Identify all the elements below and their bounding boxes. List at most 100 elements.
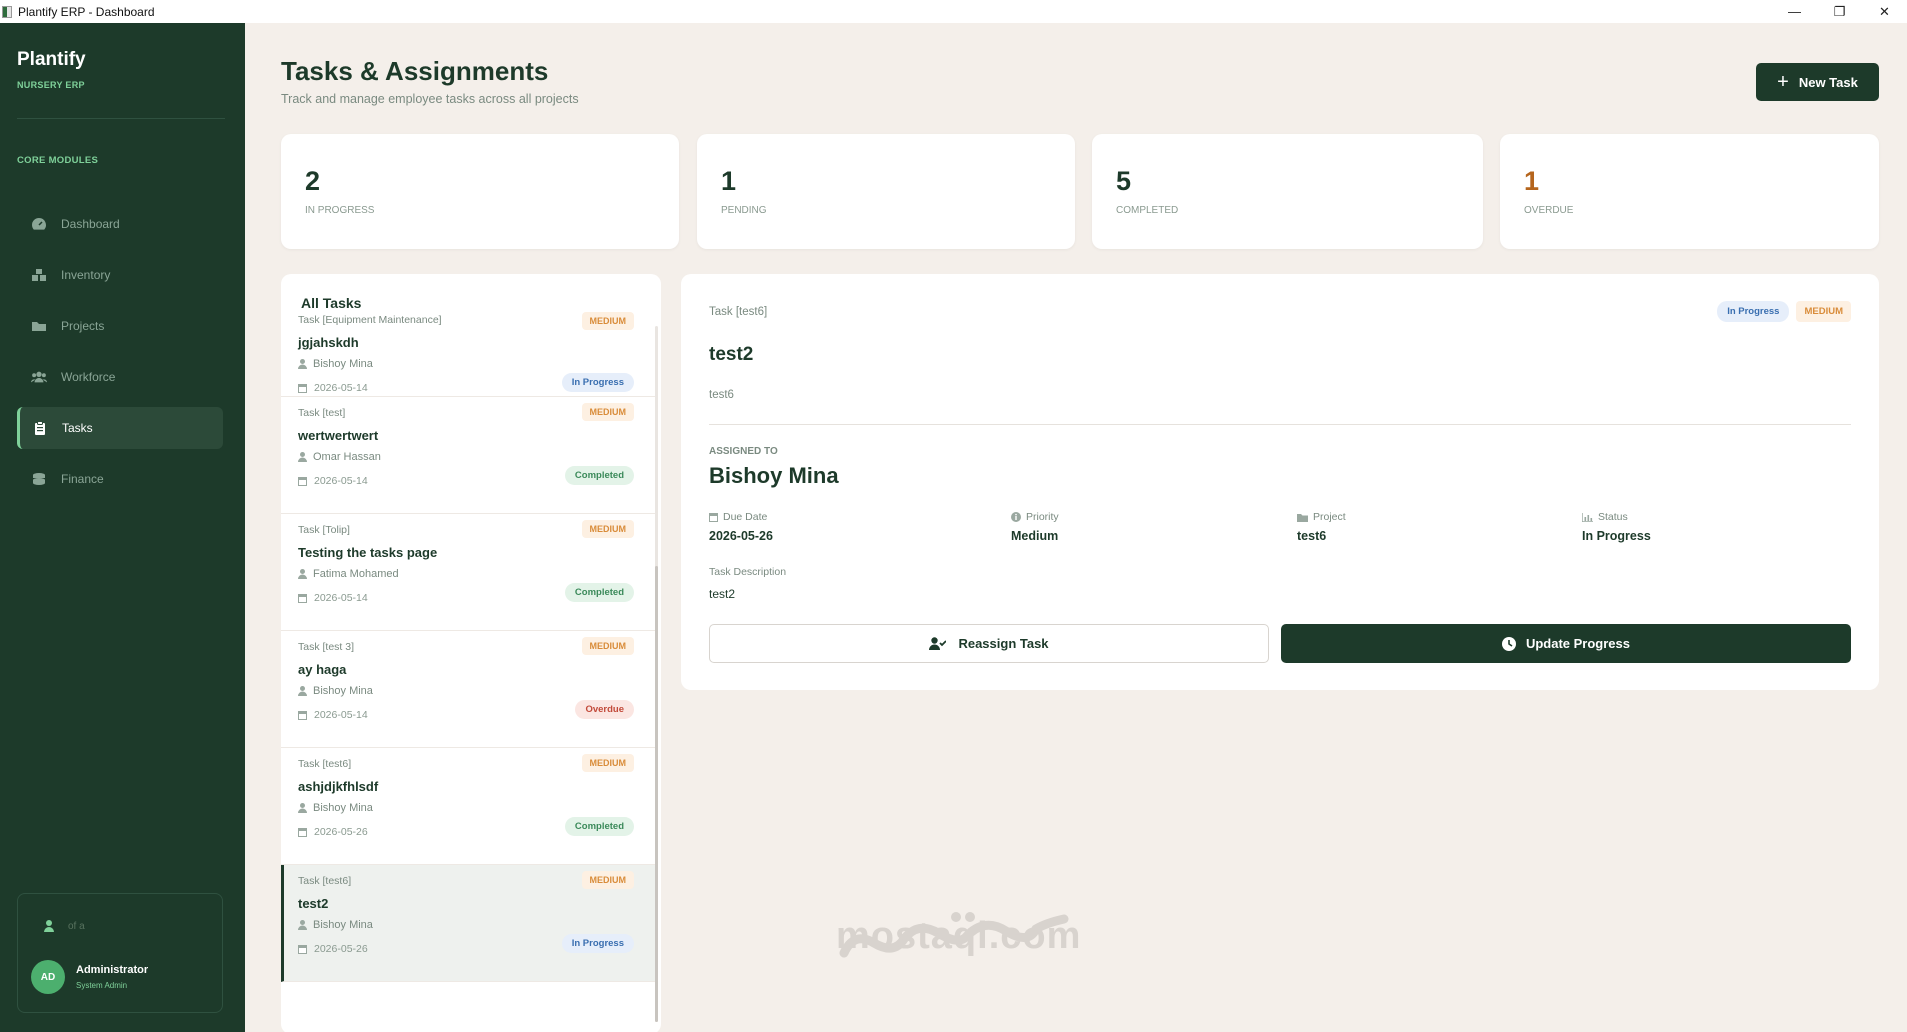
task-card-date: 2026-05-14 xyxy=(298,709,368,721)
task-card-person-name: Bishoy Mina xyxy=(313,358,373,370)
stat-value: 5 xyxy=(1116,166,1132,196)
task-card-person: Omar Hassan xyxy=(298,451,381,463)
stat-card-pending: 1 PENDING xyxy=(697,134,1075,249)
task-card-date-value: 2026-05-14 xyxy=(314,592,368,604)
task-list-title: All Tasks xyxy=(301,295,362,311)
status-badge: In Progress xyxy=(561,934,634,953)
avatar: AD xyxy=(31,960,65,994)
sidebar-item-inventory[interactable]: Inventory xyxy=(17,254,223,296)
sidebar-item-finance[interactable]: Finance xyxy=(17,458,223,500)
task-card-date-value: 2026-05-26 xyxy=(314,826,368,838)
task-card-project: Task [Tolip] xyxy=(298,524,350,536)
meta-priority: Priority Medium xyxy=(1011,511,1059,543)
close-button[interactable]: ✕ xyxy=(1862,0,1907,23)
priority-badge: MEDIUM xyxy=(581,871,634,889)
stat-card-overdue: 1 OVERDUE xyxy=(1500,134,1879,249)
priority-badge: MEDIUM xyxy=(581,403,634,421)
task-list-scrollbar[interactable] xyxy=(655,326,658,1022)
task-card-date: 2026-05-14 xyxy=(298,592,368,604)
new-task-button[interactable]: + New Task xyxy=(1756,63,1879,101)
task-card[interactable]: Task [test 3] MEDIUM ay haga Bishoy Mina… xyxy=(281,631,655,748)
sidebar-item-label: Inventory xyxy=(61,268,111,282)
calendar-icon xyxy=(298,828,307,837)
user-icon xyxy=(298,569,307,579)
meta-value: In Progress xyxy=(1582,529,1651,543)
sidebar-item-dashboard[interactable]: Dashboard xyxy=(17,203,223,245)
meta-status: Status In Progress xyxy=(1582,511,1651,543)
stat-label: IN PROGRESS xyxy=(305,205,375,216)
meta-key-label: Due Date xyxy=(723,511,768,523)
window-controls: — ❐ ✕ xyxy=(1772,0,1907,23)
reassign-label: Reassign Task xyxy=(958,636,1049,651)
task-card[interactable]: Task [Equipment Maintenance] MEDIUM jgja… xyxy=(281,312,655,397)
sidebar-item-projects[interactable]: Projects xyxy=(17,305,223,347)
task-card-name: ashjdjkfhlsdf xyxy=(298,779,379,794)
sidebar-divider xyxy=(17,118,225,119)
brand-subtitle: NURSERY ERP xyxy=(17,80,85,90)
task-card[interactable]: Task [test6] MEDIUM ashjdjkfhlsdf Bishoy… xyxy=(281,748,655,865)
update-progress-button[interactable]: Update Progress xyxy=(1281,624,1851,663)
task-card[interactable]: Task [test] MEDIUM wertwertwert Omar Has… xyxy=(281,397,655,514)
task-card-date-value: 2026-05-26 xyxy=(314,943,368,955)
scrollbar-thumb[interactable] xyxy=(655,566,658,1022)
reassign-task-button[interactable]: Reassign Task xyxy=(709,624,1269,663)
task-card-date: 2026-05-26 xyxy=(298,943,368,955)
calendar-icon xyxy=(298,711,307,720)
meta-key: Project xyxy=(1297,511,1346,523)
status-badge: Overdue xyxy=(575,700,634,719)
task-card-person-name: Fatima Mohamed xyxy=(313,568,399,580)
user-icon xyxy=(298,452,307,462)
task-card-person-name: Omar Hassan xyxy=(313,451,381,463)
stat-card-in-progress: 2 IN PROGRESS xyxy=(281,134,679,249)
task-card-person-name: Bishoy Mina xyxy=(313,685,373,697)
priority-badge: MEDIUM xyxy=(581,520,634,538)
user-dim-row: of a xyxy=(44,920,85,932)
page-subtitle: Track and manage employee tasks across a… xyxy=(281,92,579,106)
task-card[interactable]: Task [Tolip] MEDIUM Testing the tasks pa… xyxy=(281,514,655,631)
minimize-button[interactable]: — xyxy=(1772,0,1817,23)
restore-button[interactable]: ❐ xyxy=(1817,0,1862,23)
task-card-person: Bishoy Mina xyxy=(298,919,373,931)
sidebar-section-title: CORE MODULES xyxy=(17,155,99,166)
user-check-icon xyxy=(929,637,947,650)
page-title: Tasks & Assignments xyxy=(281,56,549,86)
status-badge: In Progress xyxy=(561,373,634,392)
sidebar-item-label: Projects xyxy=(61,319,105,333)
task-card-name: test2 xyxy=(298,896,329,911)
task-card-selected[interactable]: Task [test6] MEDIUM test2 Bishoy Mina 20… xyxy=(281,865,655,982)
meta-key: Priority xyxy=(1011,511,1059,523)
assigned-to-name: Bishoy Mina xyxy=(709,463,839,488)
sidebar-item-tasks[interactable]: Tasks xyxy=(17,407,223,449)
meta-key-label: Project xyxy=(1313,511,1346,523)
user-card[interactable]: of a AD Administrator System Admin xyxy=(17,893,223,1013)
sidebar-item-workforce[interactable]: Workforce xyxy=(17,356,223,398)
gauge-icon xyxy=(31,217,47,231)
sidebar-item-label: Tasks xyxy=(62,421,93,435)
calendar-icon xyxy=(298,477,307,486)
status-badge: Completed xyxy=(564,466,634,485)
user-dim-label: of a xyxy=(68,920,85,932)
brand-name: Plantify xyxy=(17,49,86,70)
priority-badge: MEDIUM xyxy=(581,637,634,655)
plus-icon: + xyxy=(1777,71,1789,93)
boxes-icon xyxy=(31,268,47,282)
task-card-name: Testing the tasks page xyxy=(298,545,438,560)
task-card-person-name: Bishoy Mina xyxy=(313,802,373,814)
task-card-name: wertwertwert xyxy=(298,428,379,443)
meta-key-label: Priority xyxy=(1026,511,1059,523)
info-icon xyxy=(1011,512,1021,522)
clipboard-icon xyxy=(32,421,48,435)
task-description-label: Task Description xyxy=(709,566,787,578)
app-icon xyxy=(2,5,12,18)
new-task-label: New Task xyxy=(1798,74,1858,90)
task-card-date: 2026-05-14 xyxy=(298,475,368,487)
calendar-icon xyxy=(298,594,307,603)
user-name: Administrator xyxy=(76,964,149,976)
task-card-person: Bishoy Mina xyxy=(298,802,373,814)
priority-badge: MEDIUM xyxy=(581,754,634,772)
detail-short-desc: test6 xyxy=(709,389,734,401)
stat-value: 2 xyxy=(305,166,321,196)
folder-icon xyxy=(1297,513,1308,522)
task-card-person: Bishoy Mina xyxy=(298,685,373,697)
priority-badge: MEDIUM xyxy=(1796,301,1851,322)
